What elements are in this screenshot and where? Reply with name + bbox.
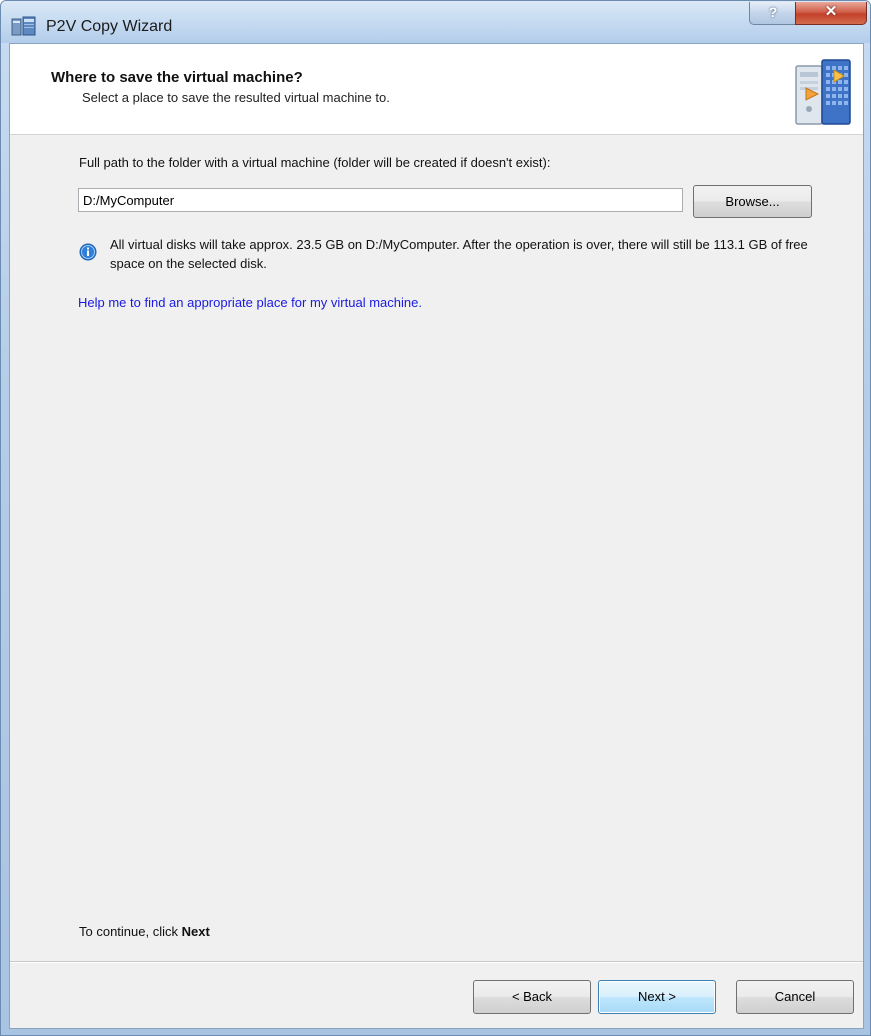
next-button[interactable]: Next > bbox=[598, 980, 716, 1014]
window-title: P2V Copy Wizard bbox=[46, 18, 173, 35]
help-find-place-link[interactable]: Help me to find an appropriate place for… bbox=[78, 295, 422, 310]
path-input[interactable] bbox=[78, 188, 683, 212]
wizard-header: Where to save the virtual machine? Selec… bbox=[10, 44, 863, 135]
footer-divider bbox=[10, 961, 863, 963]
wizard-window: P2V Copy Wizard ? ✕ Where to save the vi… bbox=[0, 0, 871, 1036]
close-button[interactable]: ✕ bbox=[795, 2, 867, 25]
page-subtitle: Select a place to save the resulted virt… bbox=[82, 90, 390, 105]
back-button[interactable]: < Back bbox=[473, 980, 591, 1014]
continue-instruction: To continue, click Next bbox=[79, 924, 210, 939]
path-label: Full path to the folder with a virtual m… bbox=[79, 155, 551, 170]
disk-space-info: All virtual disks will take approx. 23.5… bbox=[110, 237, 808, 271]
info-icon bbox=[79, 243, 97, 261]
browse-button[interactable]: Browse... bbox=[693, 185, 812, 218]
continue-next-word: Next bbox=[181, 924, 210, 939]
help-button[interactable]: ? bbox=[749, 2, 797, 25]
cancel-button[interactable]: Cancel bbox=[736, 980, 854, 1014]
wizard-client-area: Where to save the virtual machine? Selec… bbox=[9, 43, 864, 1029]
continue-prefix: To continue, click bbox=[79, 924, 182, 939]
app-icon bbox=[11, 16, 36, 36]
title-bar[interactable]: P2V Copy Wizard ? ✕ bbox=[1, 1, 870, 43]
computer-server-icon bbox=[795, 59, 851, 125]
page-title: Where to save the virtual machine? bbox=[51, 69, 303, 86]
